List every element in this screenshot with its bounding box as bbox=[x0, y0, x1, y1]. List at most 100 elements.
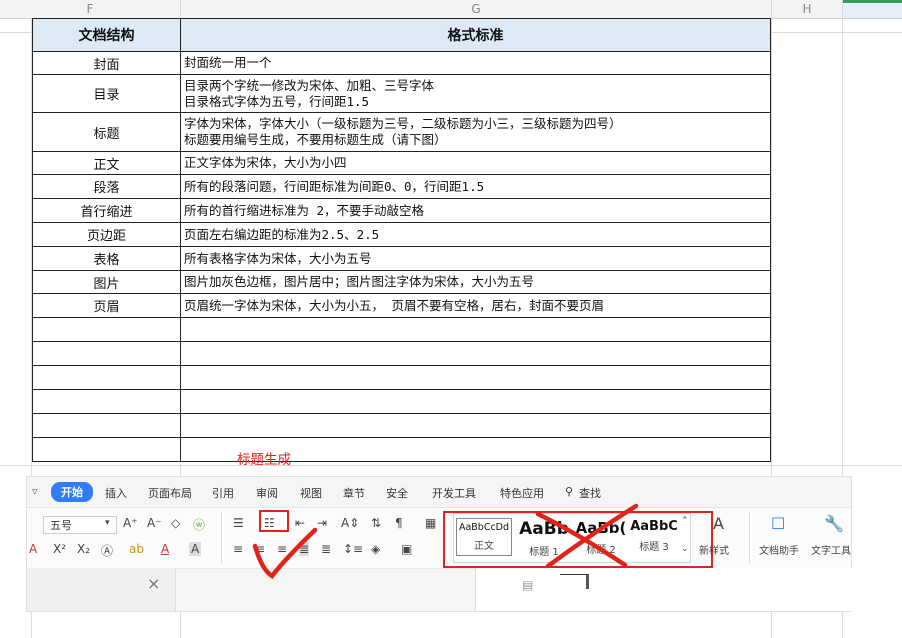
document-helper-icon[interactable]: ☐ bbox=[771, 514, 785, 533]
highlight-box-style-gallery bbox=[443, 511, 713, 568]
new-style-button[interactable]: 新样式 bbox=[699, 542, 729, 557]
close-icon[interactable]: × bbox=[147, 574, 160, 593]
clear-format-icon[interactable]: ◇ bbox=[171, 516, 180, 530]
empty-cell[interactable] bbox=[32, 365, 181, 390]
tab-view[interactable]: 视图 bbox=[300, 485, 322, 501]
sort-icon[interactable]: ⇅ bbox=[371, 516, 381, 530]
tab-home[interactable]: 开始 bbox=[51, 482, 93, 502]
distribute-icon[interactable]: ≣ bbox=[321, 542, 331, 556]
column-header-h[interactable]: H bbox=[772, 0, 843, 18]
empty-cell[interactable] bbox=[180, 341, 771, 366]
tab-references[interactable]: 引用 bbox=[212, 485, 234, 501]
row-name-cell[interactable]: 首行缩进 bbox=[32, 198, 181, 223]
borders-icon[interactable]: ▣ bbox=[401, 542, 412, 556]
document-page: ▤ bbox=[475, 568, 852, 611]
header-doc-structure[interactable]: 文档结构 bbox=[32, 18, 181, 52]
row-name-cell[interactable]: 目录 bbox=[32, 74, 181, 113]
shrink-font-icon[interactable]: A⁻ bbox=[147, 516, 162, 530]
line-spacing-icon[interactable]: ↕≡ bbox=[343, 542, 363, 556]
row-standard-cell[interactable]: 所有表格字体为宋体，大小为五号 bbox=[180, 246, 771, 271]
increase-indent-icon[interactable]: ⇥ bbox=[317, 516, 327, 530]
table-header-row: 文档结构 格式标准 bbox=[32, 18, 771, 52]
header-format-standard[interactable]: 格式标准 bbox=[180, 18, 771, 52]
tab-page-layout[interactable]: 页面布局 bbox=[148, 485, 192, 501]
align-right-icon[interactable]: ≡ bbox=[277, 542, 287, 556]
column-header-f[interactable]: F bbox=[0, 0, 181, 18]
tab-find[interactable]: 查找 bbox=[579, 485, 601, 501]
empty-row bbox=[32, 413, 771, 438]
row-name-cell[interactable]: 段落 bbox=[32, 174, 181, 199]
tab-special[interactable]: 特色应用 bbox=[500, 485, 544, 501]
table-row: 首行缩进 所有的首行缩进标准为 2，不要手动敲空格 bbox=[32, 198, 771, 223]
row-name-cell[interactable]: 表格 bbox=[32, 246, 181, 271]
page-icon[interactable]: ▤ bbox=[522, 578, 533, 592]
collapse-chevron-icon[interactable]: ▿ bbox=[32, 485, 38, 498]
row-standard-cell[interactable]: 图片加灰色边框，图片居中；图片图注字体为宋体，大小为五号 bbox=[180, 270, 771, 294]
align-center-icon[interactable]: ≡ bbox=[255, 542, 265, 556]
empty-cell[interactable] bbox=[180, 317, 771, 342]
text-direction-icon[interactable]: A⇕ bbox=[341, 516, 359, 530]
align-left-icon[interactable]: ≡ bbox=[233, 542, 243, 556]
highlight-box-numbered-list bbox=[259, 510, 289, 532]
text-effect-icon[interactable]: Ⓐ bbox=[101, 542, 113, 559]
row-name-cell[interactable]: 图片 bbox=[32, 270, 181, 294]
grow-font-icon[interactable]: A⁺ bbox=[123, 516, 138, 530]
table-row: 表格 所有表格字体为宋体，大小为五号 bbox=[32, 246, 771, 271]
search-icon[interactable]: ⚲ bbox=[565, 485, 573, 498]
superscript-icon[interactable]: X² bbox=[53, 542, 66, 556]
font-color-icon[interactable]: A bbox=[161, 542, 169, 556]
row-standard-cell[interactable]: 封面统一用一个 bbox=[180, 51, 771, 75]
table-row: 图片 图片加灰色边框，图片居中；图片图注字体为宋体，大小为五号 bbox=[32, 270, 771, 294]
cursor-caret bbox=[560, 574, 589, 589]
char-shading-icon[interactable]: A bbox=[189, 542, 202, 556]
empty-row bbox=[32, 365, 771, 390]
row-standard-cell[interactable]: 字体为宋体，字体大小（一级标题为三号，二级标题为小三，三级标题为四号） 标题要用编… bbox=[180, 112, 771, 152]
row-name-cell[interactable]: 标题 bbox=[32, 112, 181, 152]
empty-row bbox=[32, 437, 771, 462]
row-name-cell[interactable]: 正文 bbox=[32, 151, 181, 175]
text-tools-button[interactable]: 文字工具 bbox=[811, 542, 851, 557]
justify-icon[interactable]: ≣ bbox=[299, 542, 310, 556]
document-helper-button[interactable]: 文档助手 bbox=[759, 542, 799, 557]
empty-cell[interactable] bbox=[32, 341, 181, 366]
tab-review[interactable]: 审阅 bbox=[256, 485, 278, 501]
tab-developer[interactable]: 开发工具 bbox=[432, 485, 476, 501]
strikethrough-icon[interactable]: A bbox=[29, 542, 37, 556]
tab-sections[interactable]: 章节 bbox=[343, 485, 365, 501]
empty-cell[interactable] bbox=[180, 413, 771, 438]
row-name-cell[interactable]: 页眉 bbox=[32, 293, 181, 318]
row-standard-cell[interactable]: 正文字体为宋体，大小为小四 bbox=[180, 151, 771, 175]
tab-security[interactable]: 安全 bbox=[386, 485, 408, 501]
row-name-cell[interactable]: 封面 bbox=[32, 51, 181, 75]
row-standard-cell[interactable]: 目录两个字统一修改为宋体、加粗、三号字体 目录格式字体为五号，行间距1.5 bbox=[180, 74, 771, 113]
tab-insert[interactable]: 插入 bbox=[105, 485, 127, 501]
format-standard-table: 文档结构 格式标准 封面 封面统一用一个 目录 目录两个字统一修改为宋体、加粗、… bbox=[32, 18, 771, 462]
chevron-down-icon[interactable]: ▾ bbox=[105, 518, 110, 528]
phonetic-icon[interactable]: ⓦ bbox=[193, 516, 205, 533]
row-standard-cell[interactable]: 页面左右编边距的标准为2.5、2.5 bbox=[180, 222, 771, 247]
table-row: 页眉 页眉统一字体为宋体，大小为小五， 页眉不要有空格，居右，封面不要页眉 bbox=[32, 293, 771, 318]
bullet-list-icon[interactable]: ☰ bbox=[233, 516, 244, 530]
subscript-icon[interactable]: X₂ bbox=[77, 542, 90, 556]
empty-cell[interactable] bbox=[180, 365, 771, 390]
divider bbox=[749, 512, 750, 564]
highlight-icon[interactable]: ab bbox=[129, 542, 144, 556]
ribbon-lower-area: × ▤ bbox=[27, 568, 852, 611]
divider bbox=[221, 512, 222, 564]
row-standard-cell[interactable]: 所有的首行缩进标准为 2，不要手动敲空格 bbox=[180, 198, 771, 223]
show-marks-icon[interactable]: ¶ bbox=[395, 516, 403, 530]
wrench-icon[interactable]: 🔧 bbox=[824, 514, 844, 533]
empty-cell[interactable] bbox=[32, 413, 181, 438]
fill-color-icon[interactable]: ◈ bbox=[371, 542, 380, 556]
row-name-cell[interactable]: 页边距 bbox=[32, 222, 181, 247]
empty-cell[interactable] bbox=[180, 389, 771, 414]
empty-cell[interactable] bbox=[32, 317, 181, 342]
row-standard-cell[interactable]: 所有的段落问题，行间距标准为间距0、0，行间距1.5 bbox=[180, 174, 771, 199]
empty-cell[interactable] bbox=[32, 389, 181, 414]
table-icon[interactable]: ▦ bbox=[425, 516, 436, 530]
row-standard-cell[interactable]: 页眉统一字体为宋体，大小为小五， 页眉不要有空格，居右，封面不要页眉 bbox=[180, 293, 771, 318]
new-style-icon[interactable]: A bbox=[713, 514, 724, 533]
empty-cell[interactable] bbox=[32, 437, 181, 462]
decrease-indent-icon[interactable]: ⇤ bbox=[295, 516, 305, 530]
column-header-g[interactable]: G bbox=[181, 0, 772, 18]
